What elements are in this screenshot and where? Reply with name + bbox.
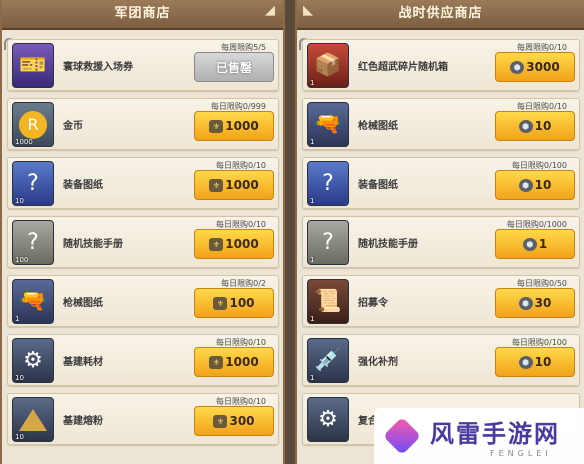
item-name: 枪械图纸 bbox=[63, 298, 103, 309]
item-name: 装备图纸 bbox=[63, 180, 103, 191]
shop-item-row: ⚙ 10 基建耗材 每日限购0/10 ⚜ 1000 bbox=[7, 334, 279, 386]
skill-manual-icon[interactable]: ? 1 bbox=[307, 220, 349, 265]
item-name: 基建耗材 bbox=[63, 357, 103, 368]
shop-item-row: 📜 1 招募令 每日限购0/50 ⬢ 30 bbox=[302, 275, 580, 327]
buy-button[interactable]: ⚜ 1000 bbox=[194, 111, 274, 141]
shop-item-row: ? 10 装备图纸 每日限购0/10 ⚜ 1000 bbox=[7, 157, 279, 209]
steel-coin-icon: ⬢ bbox=[522, 237, 537, 251]
shop-item-row: ? 100 随机技能手册 每日限购0/10 ⚜ 1000 bbox=[7, 216, 279, 268]
legion-coin-icon: ⚜ bbox=[209, 178, 224, 192]
watermark-logo-icon bbox=[382, 416, 422, 456]
steel-coin-icon: ⬢ bbox=[518, 355, 533, 369]
shop-item-row: ? 1 随机技能手册 每日限购0/1000 ⬢ 1 bbox=[302, 216, 580, 268]
item-name: 随机技能手册 bbox=[63, 239, 123, 250]
shop-item-row: 📦 1 红色超武碎片随机箱 每周限购0/10 ⬢ 3000 bbox=[302, 39, 580, 91]
item-name: 红色超武碎片随机箱 bbox=[358, 62, 448, 73]
ticket-icon[interactable]: 🎫 bbox=[12, 43, 54, 88]
wartime-supply-shop-panel: 战时供应商店 ◣ 📦 1 红色超武碎片随机箱 每周限购0/10 ⬢ 3000 🔫 1 … bbox=[295, 0, 584, 464]
buy-button[interactable]: ⬢ 1 bbox=[495, 229, 575, 259]
item-name: 寰球救援入场券 bbox=[63, 62, 133, 73]
item-name: 随机技能手册 bbox=[358, 239, 418, 250]
skill-manual-icon[interactable]: ? 100 bbox=[12, 220, 54, 265]
melt-powder-icon[interactable]: 10 bbox=[12, 397, 54, 442]
shop-item-row: 🔫 1 枪械图纸 每日限购0/2 ⚜ 100 bbox=[7, 275, 279, 327]
shop-item-row: 🎫 寰球救援入场券 每周限购5/5 已售罄 bbox=[7, 39, 279, 91]
syringe-icon[interactable]: 💉 1 bbox=[307, 338, 349, 383]
legion-coin-icon: ⚜ bbox=[209, 119, 224, 133]
wartime-shop-title: 战时供应商店 bbox=[297, 0, 584, 30]
watermark-title: 风雷手游网 bbox=[430, 420, 560, 448]
buy-button[interactable]: ⬢ 10 bbox=[495, 111, 575, 141]
shop-item-row: 🔫 1 枪械图纸 每日限购0/10 ⬢ 10 bbox=[302, 98, 580, 150]
steel-coin-icon: ⬢ bbox=[518, 296, 533, 310]
legion-shop-title: 军团商店 bbox=[2, 0, 283, 30]
gold-coin-icon[interactable]: R 1000 bbox=[12, 102, 54, 147]
buy-button[interactable]: ⬢ 10 bbox=[495, 347, 575, 377]
item-name: 强化补剂 bbox=[358, 357, 398, 368]
shop-item-row: 💉 1 强化补剂 每日限购0/100 ⬢ 10 bbox=[302, 334, 580, 386]
sold-out-button[interactable]: 已售罄 bbox=[194, 52, 274, 82]
shop-item-row: 10 基建熔粉 每日限购0/10 ⚜ 300 bbox=[7, 393, 279, 445]
building-material-icon[interactable]: ⚙ 10 bbox=[12, 338, 54, 383]
shop-item-row: R 1000 金币 每日限购0/999 ⚜ 1000 bbox=[7, 98, 279, 150]
legion-coin-icon: ⚜ bbox=[209, 237, 224, 251]
equipment-blueprint-icon[interactable]: ? 1 bbox=[307, 161, 349, 206]
steel-coin-icon: ⬢ bbox=[510, 60, 525, 74]
item-name: 装备图纸 bbox=[358, 180, 398, 191]
red-crate-icon[interactable]: 📦 1 bbox=[307, 43, 349, 88]
composite-item-icon[interactable]: ⚙ bbox=[307, 397, 349, 442]
buy-button[interactable]: ⚜ 100 bbox=[194, 288, 274, 318]
shop-item-row: ? 1 装备图纸 每日限购0/100 ⬢ 10 bbox=[302, 157, 580, 209]
gun-blueprint-icon[interactable]: 🔫 1 bbox=[307, 102, 349, 147]
buy-button[interactable]: ⬢ 30 bbox=[495, 288, 575, 318]
legion-shop-panel: 军团商店 ◢ 🎫 寰球救援入场券 每周限购5/5 已售罄 R 1000 金币 每日… bbox=[0, 0, 285, 464]
item-name: 金币 bbox=[63, 121, 83, 132]
buy-button[interactable]: ⚜ 300 bbox=[194, 406, 274, 436]
item-name: 招募令 bbox=[358, 298, 388, 309]
buy-button[interactable]: ⚜ 1000 bbox=[194, 229, 274, 259]
buy-button[interactable]: ⬢ 3000 bbox=[495, 52, 575, 82]
site-watermark: 风雷手游网 FENGLEI bbox=[374, 408, 584, 464]
buy-button[interactable]: ⬢ 10 bbox=[495, 170, 575, 200]
item-name: 基建熔粉 bbox=[63, 416, 103, 427]
legion-coin-icon: ⚜ bbox=[213, 296, 228, 310]
equipment-blueprint-icon[interactable]: ? 10 bbox=[12, 161, 54, 206]
legion-coin-icon: ⚜ bbox=[213, 414, 228, 428]
legion-coin-icon: ⚜ bbox=[209, 355, 224, 369]
steel-coin-icon: ⬢ bbox=[518, 119, 533, 133]
item-name: 枪械图纸 bbox=[358, 121, 398, 132]
close-corner-icon[interactable]: ◢ bbox=[265, 3, 275, 18]
recruit-order-icon[interactable]: 📜 1 bbox=[307, 279, 349, 324]
buy-button[interactable]: ⚜ 1000 bbox=[194, 170, 274, 200]
corner-decoration-icon: ◣ bbox=[303, 3, 313, 18]
steel-coin-icon: ⬢ bbox=[518, 178, 533, 192]
buy-button[interactable]: ⚜ 1000 bbox=[194, 347, 274, 377]
watermark-subtitle: FENGLEI bbox=[490, 449, 552, 458]
gun-blueprint-icon[interactable]: 🔫 1 bbox=[12, 279, 54, 324]
